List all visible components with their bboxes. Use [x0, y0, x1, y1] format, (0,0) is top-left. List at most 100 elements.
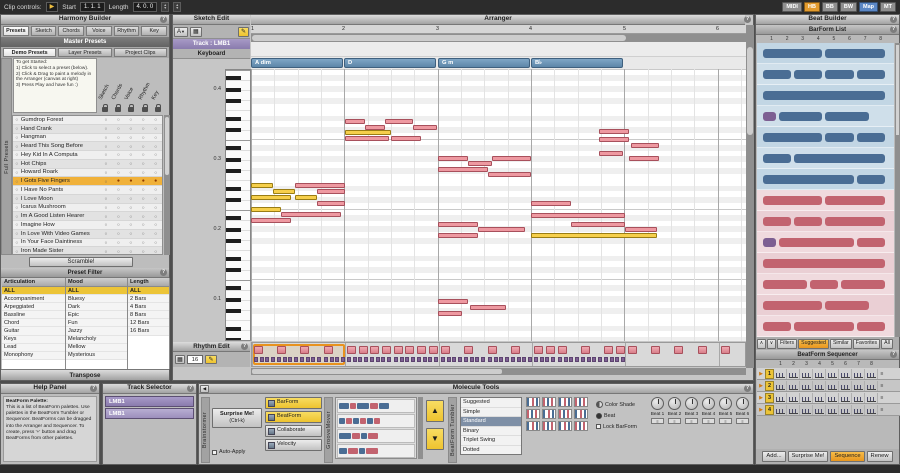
filter-all[interactable]: All — [881, 339, 893, 349]
seq-cell[interactable] — [852, 369, 865, 379]
rhythm-subblock[interactable] — [615, 357, 619, 362]
badge-midi[interactable]: MIDI — [782, 2, 802, 12]
help-icon[interactable]: ? — [890, 16, 897, 23]
rhythm-subblock[interactable] — [470, 357, 474, 362]
rhythm-subblock[interactable] — [300, 357, 304, 362]
filter-item[interactable]: ALL — [128, 287, 169, 295]
note[interactable] — [629, 156, 659, 161]
sequencer-row[interactable]: ▶4≡ — [757, 404, 900, 416]
preset-radio[interactable]: ● — [125, 178, 137, 184]
transpose-bar[interactable]: Transpose — [1, 369, 169, 380]
preset-radio[interactable]: ● — [150, 178, 162, 184]
row-menu-icon[interactable]: ≡ — [878, 395, 886, 401]
bb-button-sequence[interactable]: Sequence — [830, 451, 864, 462]
seq-cell[interactable] — [774, 381, 787, 391]
scrollbar-handle[interactable] — [747, 47, 753, 135]
tumbler-item[interactable]: Simple — [461, 408, 521, 418]
filter-item[interactable]: Monophony — [2, 352, 65, 360]
track-item[interactable]: LMB1 — [105, 396, 194, 407]
rhythm-subblock[interactable] — [283, 357, 287, 362]
rhythm-subblock[interactable] — [522, 357, 526, 362]
note[interactable] — [317, 189, 345, 194]
note[interactable] — [531, 213, 625, 218]
note[interactable] — [345, 136, 389, 141]
rhythm-subblock[interactable] — [598, 357, 602, 362]
rhythm-block[interactable] — [300, 346, 309, 354]
sequencer-row[interactable]: ▶3≡ — [757, 392, 900, 404]
scrollbar-handle[interactable] — [252, 369, 502, 374]
rhythm-block[interactable] — [347, 346, 356, 354]
rhythm-subblock[interactable] — [481, 357, 485, 362]
preset-radio[interactable]: ○ — [137, 205, 149, 210]
rhythm-subblock[interactable] — [610, 357, 614, 362]
seq-cell[interactable] — [787, 393, 800, 403]
rhythm-block[interactable] — [698, 346, 707, 354]
stepper-up-down-icon[interactable]: ▲▼ — [161, 2, 169, 12]
help-icon[interactable]: ? — [890, 26, 897, 33]
filter-item[interactable]: Lead — [2, 344, 65, 352]
chord-region[interactable]: D — [344, 58, 436, 68]
barform-row[interactable] — [757, 274, 894, 295]
note[interactable] — [251, 207, 281, 212]
preset-radio[interactable]: ○ — [112, 240, 124, 245]
preset-radio[interactable]: ○ — [125, 222, 137, 227]
knob-combo[interactable]: ≡ — [685, 418, 698, 424]
rhythm-subblock[interactable] — [353, 357, 357, 362]
preset-radio[interactable]: ○ — [137, 170, 149, 175]
filter-item[interactable]: Melancholy — [66, 336, 127, 344]
note[interactable] — [438, 299, 468, 304]
preset-radio[interactable]: ○ — [112, 152, 124, 157]
seq-cell[interactable] — [813, 369, 826, 379]
piano-roll-grid[interactable] — [251, 69, 746, 341]
rhythm-subblock[interactable] — [294, 357, 298, 362]
rhythm-subblock[interactable] — [528, 357, 532, 362]
bb-button-surpriseme[interactable]: Surprise Me! — [788, 451, 829, 462]
help-icon[interactable]: ? — [160, 269, 167, 276]
black-key[interactable] — [226, 327, 241, 331]
tool-barform[interactable]: BarForm — [265, 397, 322, 409]
preset-radio[interactable]: ○ — [137, 161, 149, 166]
seq-cell[interactable] — [826, 369, 839, 379]
rhythm-subblock[interactable] — [400, 357, 404, 362]
filter-item[interactable]: Dark — [66, 303, 127, 311]
barform-row[interactable] — [757, 211, 894, 232]
rhythm-subblock[interactable] — [545, 357, 549, 362]
badge-mt[interactable]: MT — [880, 2, 896, 12]
help-icon[interactable]: ? — [241, 343, 248, 350]
hb-tab-chords[interactable]: Chords — [58, 26, 84, 36]
note[interactable] — [599, 151, 623, 156]
note[interactable] — [599, 137, 629, 142]
preset-tab[interactable]: Demo Presets — [3, 48, 56, 57]
rhythm-block[interactable] — [651, 346, 660, 354]
preset-radio[interactable]: ○ — [100, 161, 112, 166]
rhythm-block[interactable] — [511, 346, 520, 354]
scrollbar-handle[interactable] — [165, 117, 169, 175]
play-icon[interactable]: ▶ — [46, 2, 59, 12]
black-key[interactable] — [226, 76, 241, 80]
rhythm-subblock[interactable] — [306, 357, 310, 362]
badge-bb[interactable]: BB — [822, 2, 838, 12]
preset-radio[interactable]: ○ — [125, 170, 137, 175]
knob[interactable] — [685, 397, 698, 410]
note[interactable] — [438, 311, 462, 316]
groove-row[interactable] — [337, 444, 415, 458]
seq-cell[interactable] — [852, 381, 865, 391]
knob[interactable] — [651, 397, 664, 410]
seq-cell[interactable] — [774, 369, 787, 379]
filter-similar[interactable]: Similar — [830, 339, 852, 349]
rhythm-block[interactable] — [581, 346, 590, 354]
seq-cell[interactable] — [813, 405, 826, 415]
rhythm-subblock[interactable] — [540, 357, 544, 362]
note[interactable] — [273, 189, 295, 194]
rhythm-subblock[interactable] — [604, 357, 608, 362]
seq-cell[interactable] — [839, 393, 852, 403]
rhythm-subblock[interactable] — [581, 357, 585, 362]
barform-row[interactable] — [757, 127, 894, 148]
note[interactable] — [251, 195, 291, 200]
bb-button-add[interactable]: Add... — [762, 451, 785, 462]
preset-row[interactable]: ○Hand Crank○○○○○ — [13, 125, 162, 134]
rhythm-subblock[interactable] — [254, 357, 258, 362]
preset-row[interactable]: ○Iron Made Sister○○○○○ — [13, 247, 162, 255]
row-play-icon[interactable]: ▶ — [757, 407, 765, 413]
beatform-chip[interactable] — [526, 421, 540, 431]
